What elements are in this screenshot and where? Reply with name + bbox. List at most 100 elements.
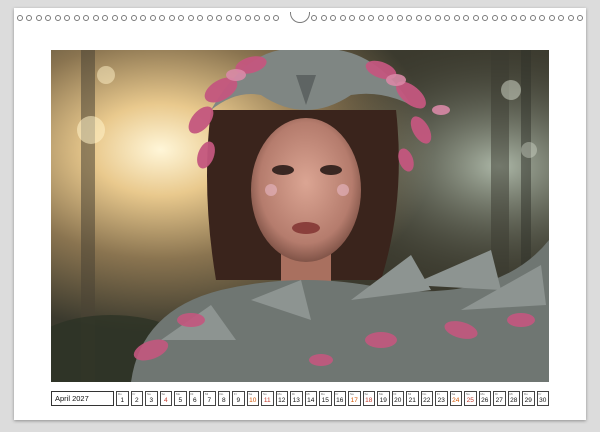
binding-ring-icon	[368, 15, 375, 21]
binding-ring-icon	[17, 15, 23, 21]
weekday-label: So	[466, 392, 470, 396]
day-number: 29	[524, 397, 532, 404]
binding-ring-icon	[92, 15, 99, 21]
weekday-label: Di	[292, 392, 295, 396]
day-cell: Do 8	[217, 391, 230, 406]
day-number: 3	[149, 397, 154, 404]
day-number: 25	[466, 397, 474, 404]
binding-ring-icon	[235, 15, 242, 21]
day-number: 26	[481, 397, 489, 404]
weekday-label: So	[263, 392, 267, 396]
binding-ring-icon	[425, 15, 432, 21]
binding-ring-icon	[567, 15, 574, 21]
day-cell: Fr 23	[435, 391, 448, 406]
hanger-hook-icon	[290, 12, 310, 23]
binding-ring-icon	[444, 15, 451, 21]
binding-ring-icon	[197, 15, 204, 21]
weekday-label: Mo	[379, 392, 384, 396]
binding-ring-icon	[111, 15, 118, 21]
binding-ring-icon	[472, 15, 479, 21]
binding-ring-icon	[520, 15, 527, 21]
weekday-label: Fr	[335, 392, 339, 396]
weekday-label: Sa	[451, 392, 456, 396]
day-cell: Do 29	[522, 391, 535, 406]
day-number: 7	[207, 397, 212, 404]
weekday-label: Fr	[437, 392, 440, 396]
calendar-grid: April 2027 Do 1 Fr 2 Sa 3 So 4 Mo 5 Di 6 Mi 7 Do 8 Fr 9 Sa…	[51, 391, 549, 406]
portrait-photo	[51, 50, 549, 382]
day-cell: Mo 12	[275, 391, 288, 406]
day-number: 17	[350, 397, 358, 404]
day-number: 15	[321, 397, 329, 404]
day-cell: Mi 28	[507, 391, 520, 406]
day-number: 24	[452, 397, 460, 404]
weekday-label: So	[161, 392, 166, 396]
day-cell: So 18	[362, 391, 375, 406]
binding-ring-icon	[83, 15, 90, 21]
month-label: April 2027	[51, 391, 114, 406]
binding-ring-icon	[130, 15, 137, 21]
day-cell: Sa 17	[348, 391, 361, 406]
weekday-label: Do	[321, 392, 325, 396]
binding-ring-icon	[54, 15, 61, 21]
day-cell: Di 20	[391, 391, 404, 406]
day-cell: Mo 26	[478, 391, 491, 406]
day-cell: Do 1	[116, 391, 129, 406]
day-number: 27	[495, 397, 503, 404]
binding-ring-icon	[482, 15, 489, 21]
binding-ring-icon	[510, 15, 517, 21]
weekday-label: Mi	[509, 392, 513, 396]
binding-ring-icon	[463, 15, 470, 21]
day-cell: Do 22	[420, 391, 433, 406]
day-cell: Mo 19	[377, 391, 390, 406]
day-cell: Do 15	[319, 391, 332, 406]
weekday-label: Di	[190, 392, 194, 396]
binding-ring-icon	[254, 15, 261, 21]
binding-ring-icon	[558, 15, 565, 21]
binding-ring-icon	[216, 15, 223, 21]
calendar-page: April 2027 Do 1 Fr 2 Sa 3 So 4 Mo 5 Di 6 Mi 7 Do 8 Fr 9 Sa…	[14, 8, 586, 420]
binding-ring-icon	[453, 15, 460, 21]
day-number: 22	[423, 397, 431, 404]
day-cell: Mi 14	[304, 391, 317, 406]
binding-ring-icon	[415, 15, 422, 21]
day-cell: So 25	[464, 391, 477, 406]
day-number: 12	[278, 397, 286, 404]
day-number: 6	[192, 397, 197, 404]
weekday-label: Mo	[277, 392, 282, 396]
binding-ring-icon	[121, 15, 128, 21]
binding-ring-icon	[26, 15, 33, 21]
day-cell: Fr 9	[232, 391, 245, 406]
day-number: 19	[379, 397, 387, 404]
binding-ring-icon	[225, 15, 232, 21]
binding-ring-icon	[311, 15, 318, 21]
weekday-label: Di	[495, 392, 498, 396]
weekday-label: So	[364, 392, 369, 396]
day-cell: Mi 21	[406, 391, 419, 406]
binding-ring-icon	[548, 15, 555, 21]
day-cell: Sa 3	[145, 391, 158, 406]
binding-ring-icon	[501, 15, 508, 21]
day-number: 10	[249, 397, 257, 404]
binding-ring-icon	[73, 15, 80, 21]
binding-ring-icon	[406, 15, 413, 21]
day-number: 30	[539, 397, 547, 404]
binding-ring-icon	[64, 15, 71, 21]
day-number: 20	[394, 397, 402, 404]
binding-ring-icon	[168, 15, 175, 21]
day-number: 23	[437, 397, 445, 404]
binding-ring-icon	[387, 15, 394, 21]
day-cell: Fr 2	[130, 391, 143, 406]
binding-ring-icon	[45, 15, 52, 21]
binding-ring-icon	[206, 15, 213, 21]
binding-ring-icon	[330, 15, 337, 21]
weekday-label: Fr	[234, 392, 237, 396]
day-number: 2	[134, 397, 139, 404]
binding-ring-icon	[35, 15, 42, 21]
weekday-label: Mi	[408, 392, 412, 396]
day-cell: Fr 16	[333, 391, 346, 406]
weekday-label: Mo	[176, 392, 181, 396]
day-number: 11	[263, 397, 271, 404]
weekday-label: Fr	[132, 392, 136, 396]
day-number: 1	[120, 397, 125, 404]
